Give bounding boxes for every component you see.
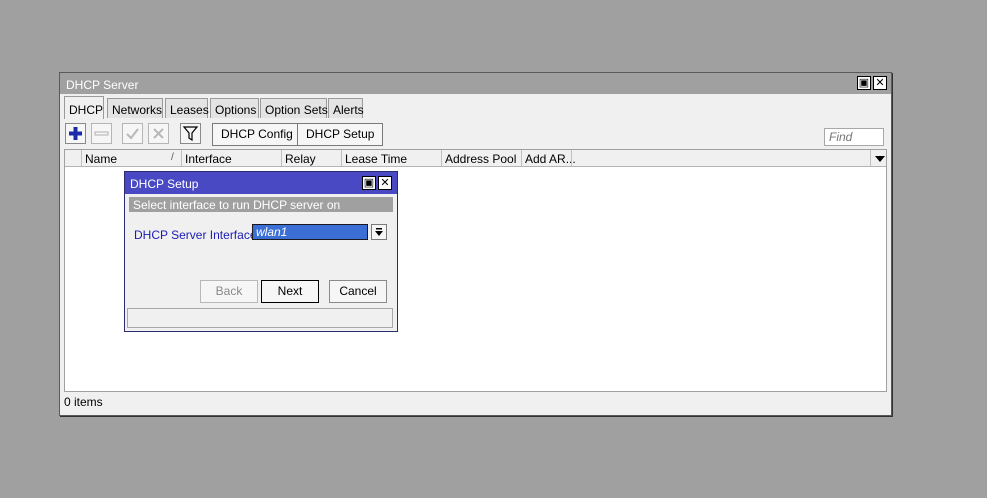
add-button[interactable] [65, 123, 86, 144]
close-icon[interactable]: ✕ [873, 76, 887, 90]
dialog-restore-icon[interactable]: ▣ [362, 176, 376, 190]
disable-button[interactable] [148, 123, 169, 144]
window-title: DHCP Server [66, 78, 139, 92]
tab-leases[interactable]: Leases [165, 98, 209, 118]
item-count: 0 items [64, 395, 103, 409]
dropdown-arrow-icon [375, 228, 383, 236]
sort-indicator: / [171, 152, 174, 163]
restore-icon[interactable]: ▣ [857, 76, 871, 90]
dialog-description: Select interface to run DHCP server on [129, 197, 393, 212]
column-name[interactable]: Name / [81, 150, 181, 166]
dhcp-setup-button[interactable]: DHCP Setup [297, 123, 384, 146]
table-header: Name / Interface Relay Lease Time Addres… [65, 150, 886, 167]
status-bar: 0 items [64, 394, 887, 413]
tab-networks[interactable]: Networks [107, 98, 163, 118]
column-interface[interactable]: Interface [181, 150, 281, 166]
dialog-title: DHCP Setup [130, 177, 199, 191]
tab-option-sets[interactable]: Option Sets [260, 98, 328, 118]
filter-button[interactable] [180, 123, 201, 144]
interface-select[interactable]: wlan1 [252, 224, 368, 240]
plus-icon [69, 127, 82, 140]
remove-button[interactable] [91, 123, 112, 144]
interface-field-label: DHCP Server Interface: [134, 228, 260, 242]
tab-dhcp[interactable]: DHCP [64, 96, 104, 119]
dialog-titlebar[interactable]: DHCP Setup ▣ ✕ [125, 172, 397, 194]
column-filler [571, 150, 871, 166]
cancel-button[interactable]: Cancel [329, 280, 387, 303]
window-titlebar[interactable]: DHCP Server ▣ ✕ [60, 73, 891, 94]
check-icon [126, 128, 139, 140]
dhcp-config-button[interactable]: DHCP Config [212, 123, 302, 146]
tab-alerts[interactable]: Alerts [328, 98, 364, 118]
minus-icon [94, 131, 109, 136]
find-input[interactable] [824, 128, 884, 146]
dialog-close-icon[interactable]: ✕ [378, 176, 392, 190]
dialog-status-bar [127, 308, 393, 328]
filter-icon [182, 126, 199, 142]
enable-button[interactable] [122, 123, 143, 144]
column-relay[interactable]: Relay [281, 150, 341, 166]
column-address-pool[interactable]: Address Pool [441, 150, 521, 166]
x-icon [153, 128, 164, 139]
back-button[interactable]: Back [200, 280, 258, 303]
toolbar: DHCP Config DHCP Setup [60, 121, 891, 149]
chevron-down-icon [875, 156, 885, 162]
row-marker-column [65, 150, 81, 166]
interface-dropdown-button[interactable] [371, 224, 387, 240]
dhcp-setup-dialog: DHCP Setup ▣ ✕ Select interface to run D… [124, 171, 398, 332]
tab-options[interactable]: Options [210, 98, 259, 118]
column-chooser[interactable] [870, 150, 886, 166]
column-name-label: Name [85, 152, 118, 166]
column-add-arp[interactable]: Add AR... [521, 150, 576, 166]
next-button[interactable]: Next [261, 280, 319, 303]
column-lease-time[interactable]: Lease Time [341, 150, 441, 166]
